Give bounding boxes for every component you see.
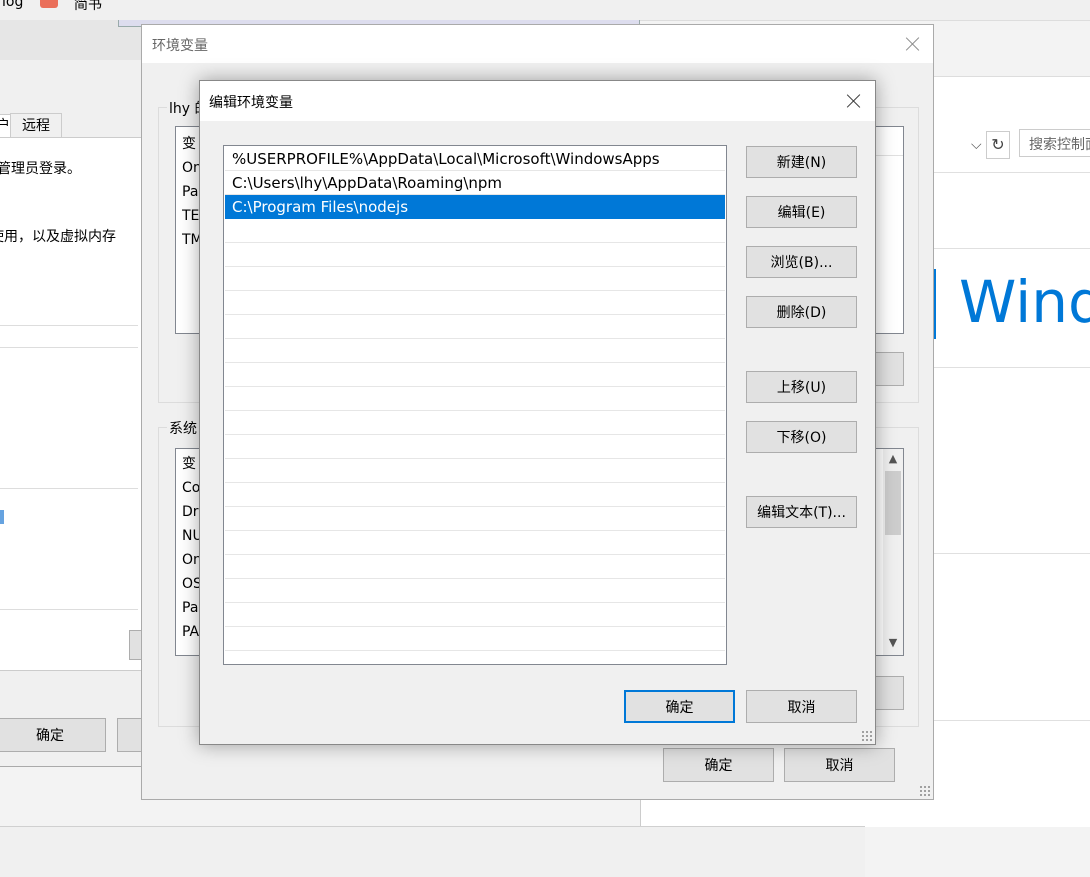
env-vars-cancel-button[interactable]: 取消	[784, 748, 895, 782]
system-vars-scrollbar[interactable]: ▲ ▼	[883, 449, 903, 655]
env-vars-ok-button[interactable]: 确定	[663, 748, 774, 782]
path-list-item[interactable]: C:\Users\lhy\AppData\Roaming\npm	[225, 171, 725, 195]
edit-env-resize-grip[interactable]	[861, 730, 873, 742]
env-vars-close-icon[interactable]	[905, 36, 921, 52]
path-list-empty-row[interactable]	[225, 243, 725, 267]
path-list-item[interactable]: %USERPROFILE%\AppData\Local\Microsoft\Wi…	[225, 147, 725, 171]
scroll-thumb[interactable]	[885, 471, 901, 535]
windows-brand-text: Windows	[959, 268, 1090, 336]
path-list-empty-row[interactable]	[225, 267, 725, 291]
path-list-empty-row[interactable]	[225, 315, 725, 339]
move-down-button[interactable]: 下移(O)	[746, 421, 857, 453]
edit-button[interactable]: 编辑(E)	[746, 196, 857, 228]
edit-env-ok-button[interactable]: 确定	[624, 690, 735, 723]
path-list-empty-row[interactable]	[225, 363, 725, 387]
system-properties-window: 户 远程 管理员登录。 使用，以及虚拟内存 确定	[0, 60, 143, 767]
edit-env-titlebar[interactable]: 编辑环境变量	[200, 81, 875, 121]
path-rows: %USERPROFILE%\AppData\Local\Microsoft\Wi…	[225, 147, 725, 663]
system-vars-group-label: 系统	[167, 418, 199, 438]
control-panel-dropdown-arrow[interactable]: ⌵	[971, 137, 985, 153]
background-bottom	[0, 826, 865, 877]
env-vars-title: 环境变量	[152, 38, 208, 54]
path-list-empty-row[interactable]	[225, 459, 725, 483]
system-vars-delete-button-fragment[interactable]	[874, 676, 904, 710]
path-list-empty-row[interactable]	[225, 603, 725, 627]
path-list-empty-row[interactable]	[225, 531, 725, 555]
path-list-empty-row[interactable]	[225, 339, 725, 363]
sysprops-ok-button[interactable]: 确定	[0, 718, 106, 752]
sysprops-tab-panel: 管理员登录。 使用，以及虚拟内存	[0, 137, 142, 671]
path-list-empty-row[interactable]	[225, 387, 725, 411]
env-vars-resize-grip[interactable]	[919, 785, 931, 797]
env-vars-titlebar[interactable]: 环境变量	[142, 25, 933, 63]
edit-env-dialog: 编辑环境变量 %USERPROFILE%\AppData\Local\Micro…	[199, 80, 876, 745]
sysprops-divider-2	[0, 347, 138, 348]
sysprops-text-2: 使用，以及虚拟内存	[0, 229, 116, 245]
user-vars-list-header-edge	[876, 127, 903, 156]
delete-button[interactable]: 删除(D)	[746, 296, 857, 328]
search-placeholder: 搜索控制面	[1029, 137, 1090, 153]
path-list-empty-row[interactable]	[225, 483, 725, 507]
jianshu-icon	[40, 0, 58, 8]
edit-env-cancel-button[interactable]: 取消	[746, 690, 857, 723]
new-button[interactable]: 新建(N)	[746, 146, 857, 178]
user-vars-delete-button-fragment[interactable]	[874, 352, 904, 386]
edit-env-close-icon[interactable]	[846, 93, 862, 109]
path-list-empty-row[interactable]	[225, 411, 725, 435]
path-list-empty-row[interactable]	[225, 627, 725, 651]
move-up-button[interactable]: 上移(U)	[746, 371, 857, 403]
sysprops-text-1: 管理员登录。	[0, 161, 81, 177]
top-bar: log 简书	[0, 0, 1090, 21]
sysprops-divider-3	[0, 488, 138, 489]
sysprops-cancel-button-fragment[interactable]	[117, 718, 142, 752]
sysprops-divider-1	[0, 325, 138, 326]
edit-text-button[interactable]: 编辑文本(T)...	[746, 496, 857, 528]
refresh-icon[interactable]: ↻	[986, 131, 1010, 159]
path-list-empty-row[interactable]	[225, 507, 725, 531]
path-list-empty-row[interactable]	[225, 579, 725, 603]
path-list-item[interactable]: C:\Program Files\nodejs	[225, 195, 725, 219]
browse-button[interactable]: 浏览(B)...	[746, 246, 857, 278]
top-bar-item-log[interactable]: log	[2, 0, 23, 10]
path-list-empty-row[interactable]	[225, 435, 725, 459]
path-list-empty-row[interactable]	[225, 219, 725, 243]
top-bar-item-jianshu[interactable]: 简书	[74, 0, 102, 14]
sysprops-divider-4	[0, 609, 138, 610]
scroll-down-icon[interactable]: ▼	[883, 633, 903, 653]
scroll-up-icon[interactable]: ▲	[883, 449, 903, 469]
edit-env-title: 编辑环境变量	[209, 95, 293, 111]
sysprops-tab-remote[interactable]: 远程	[10, 113, 62, 139]
control-panel-search-input[interactable]: 搜索控制面	[1019, 129, 1090, 157]
path-list-empty-row[interactable]	[225, 291, 725, 315]
path-list-empty-row[interactable]	[225, 555, 725, 579]
path-list[interactable]: %USERPROFILE%\AppData\Local\Microsoft\Wi…	[223, 145, 727, 665]
sysprops-link-fragment[interactable]	[0, 510, 4, 524]
